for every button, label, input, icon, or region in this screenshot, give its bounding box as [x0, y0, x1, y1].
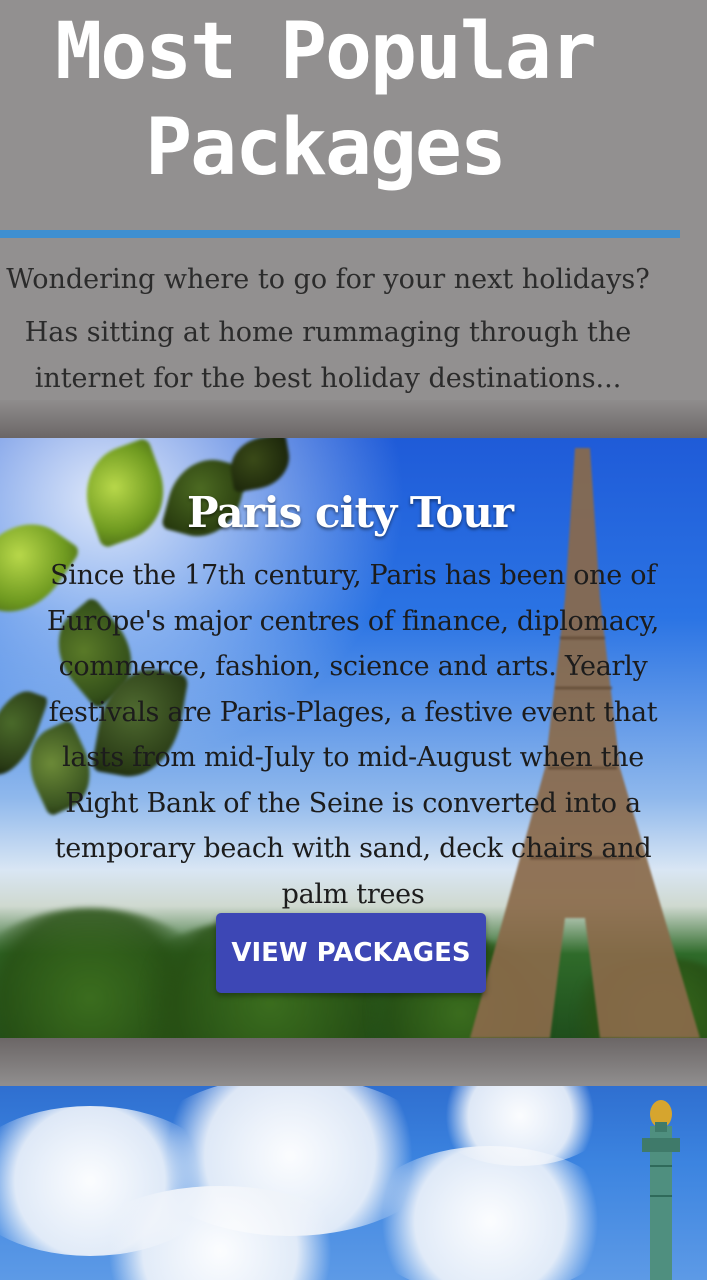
title-divider [0, 230, 680, 238]
page-title: Most Popular Packages [0, 4, 650, 196]
page-title-line1: Most Popular [55, 7, 597, 97]
package-title: Paris city Tour [186, 488, 514, 537]
package-card-next [0, 1086, 707, 1280]
statue-of-liberty-photo-icon [0, 1086, 707, 1280]
section-shadow-top [0, 400, 707, 438]
intro-line-2: Has sitting at home rummaging through th… [24, 317, 632, 394]
intro-line-1: Wondering where to go for your next holi… [6, 264, 650, 295]
page-title-line2: Packages [145, 103, 507, 193]
header-section: Most Popular Packages Wondering where to… [0, 0, 707, 440]
view-packages-button[interactable]: VIEW PACKAGES [216, 913, 486, 993]
package-description: Since the 17th century, Paris has been o… [46, 560, 660, 910]
intro-text: Wondering where to go for your next holi… [0, 256, 668, 402]
page: Most Popular Packages Wondering where to… [0, 0, 707, 1280]
section-shadow-bottom [0, 1038, 707, 1084]
